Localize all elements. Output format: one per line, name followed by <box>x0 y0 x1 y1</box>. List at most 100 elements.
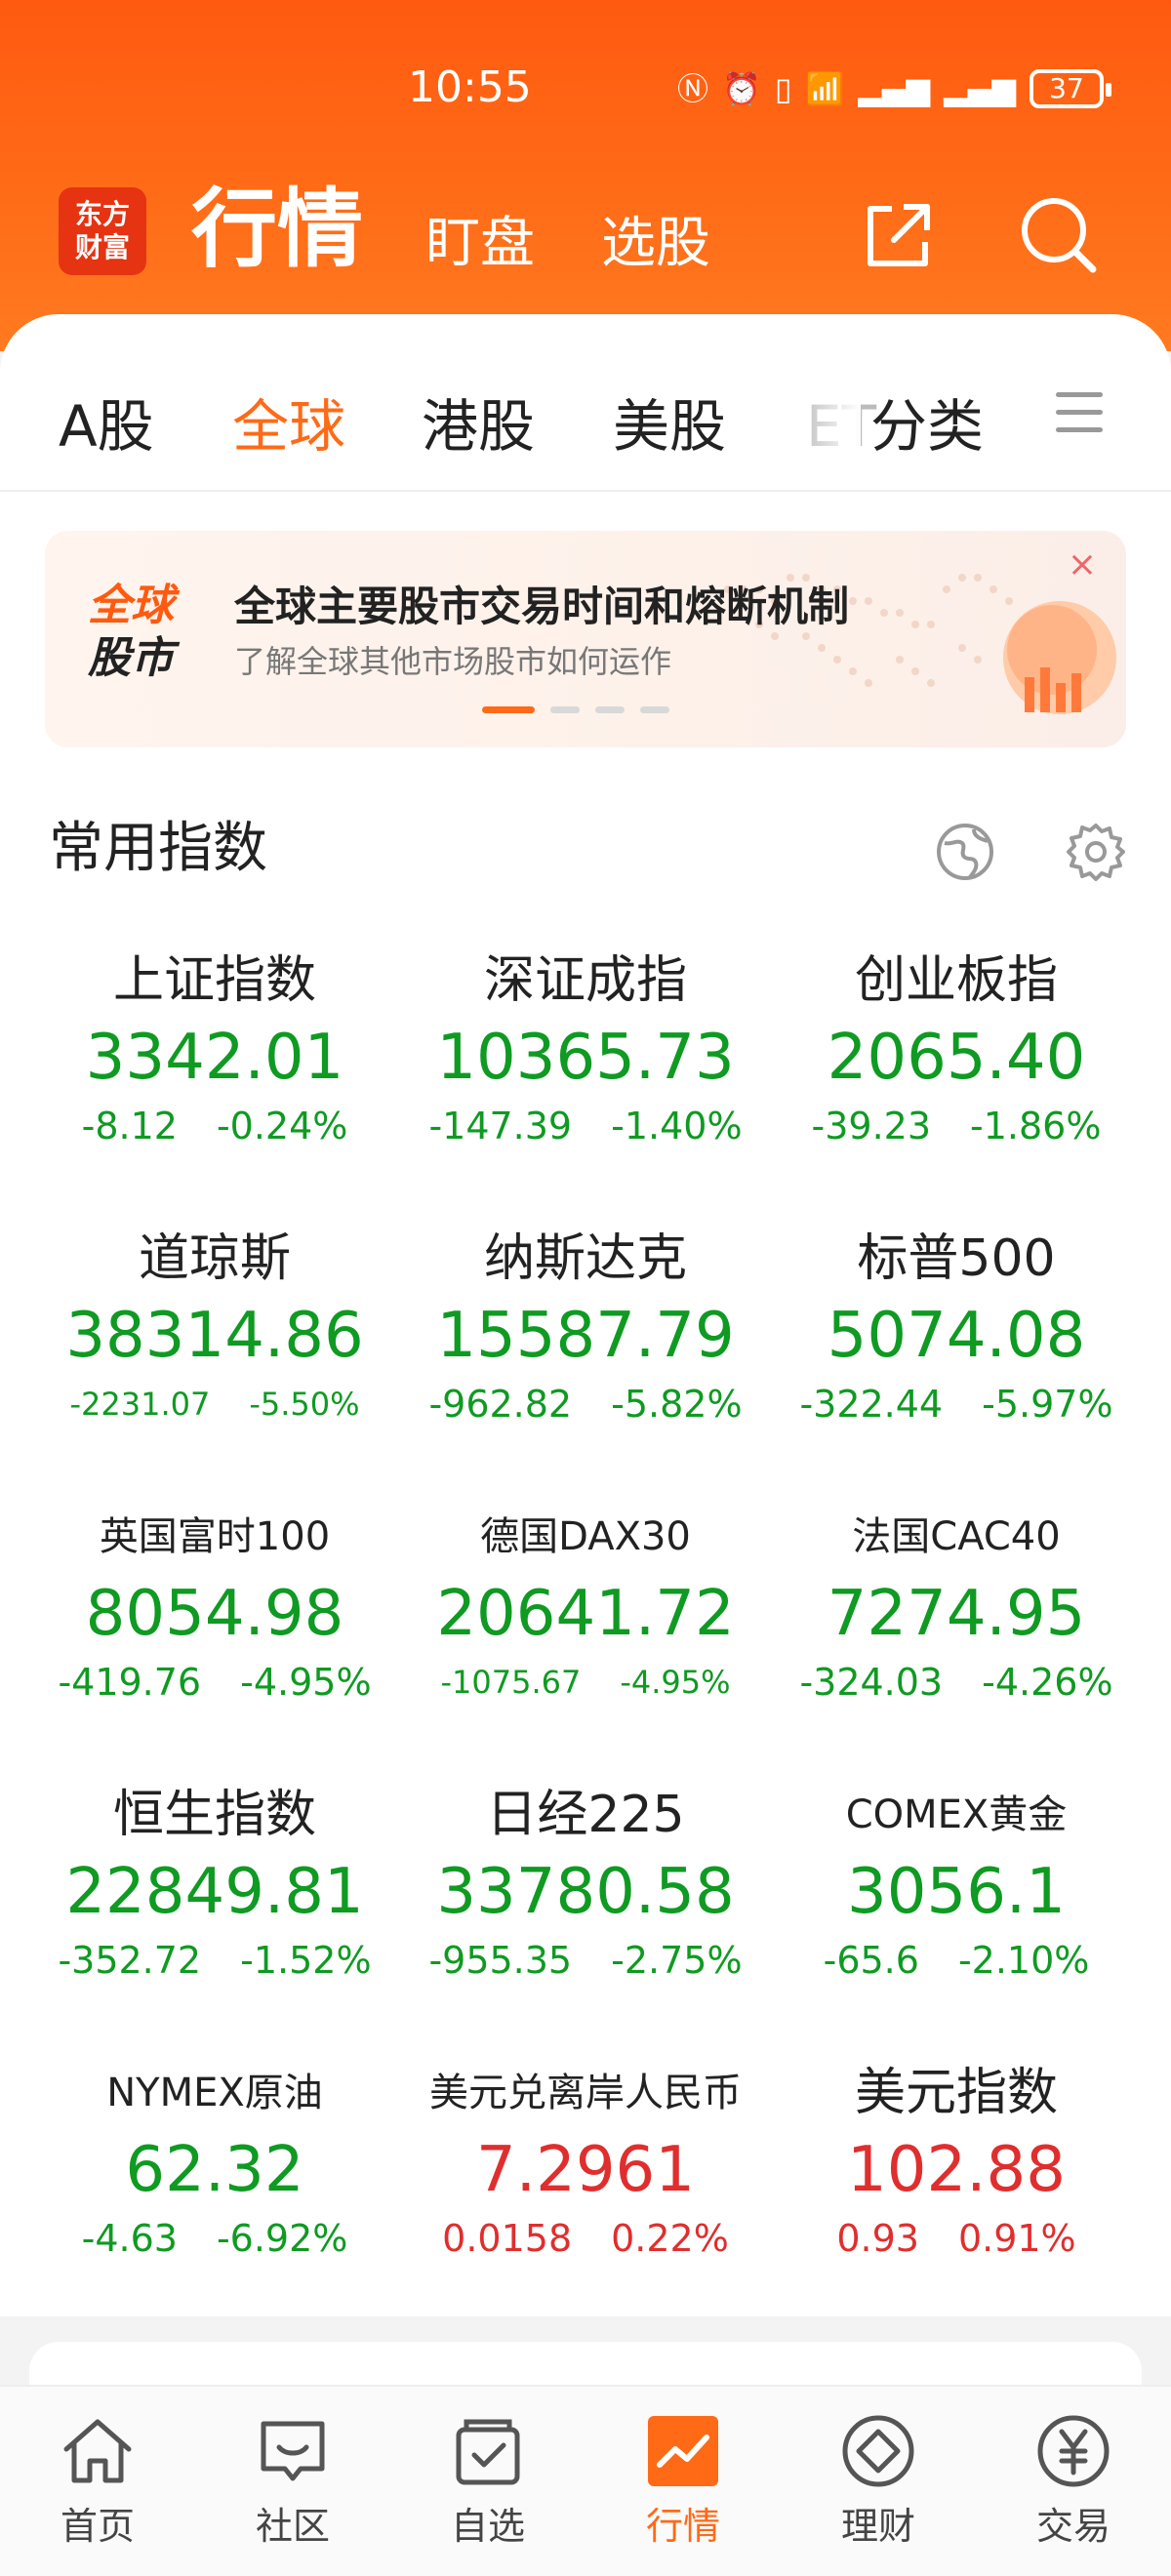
index-value: 2065.40 <box>827 1022 1086 1094</box>
index-change-row: -65.6 -2.10% <box>771 1933 1142 1988</box>
index-change-row: -39.23 -1.86% <box>771 1099 1142 1153</box>
alarm-icon: ⏰ <box>722 70 761 107</box>
index-name: 法国CAC40 <box>852 1514 1061 1559</box>
trade-icon <box>1037 2415 1110 2487</box>
index-card[interactable]: 深证成指 10365.73 -147.39 -1.40% <box>400 948 771 1202</box>
index-name: 德国DAX30 <box>480 1514 691 1559</box>
index-change-percent: -6.92% <box>216 2217 348 2260</box>
index-change: -65.6 <box>823 1939 919 1982</box>
index-name: 深证成指 <box>483 951 687 1010</box>
nav-watchlist[interactable]: 自选 <box>390 2387 586 2576</box>
index-change-row: 0.93 0.91% <box>771 2211 1142 2266</box>
index-card[interactable]: 纳斯达克 15587.79 -962.82 -5.82% <box>400 1227 771 1480</box>
index-change-row: -2231.07 -5.50% <box>29 1377 400 1431</box>
index-card[interactable]: 道琼斯 38314.86 -2231.07 -5.50% <box>29 1227 400 1480</box>
index-name: 创业板指 <box>854 951 1058 1010</box>
index-change-percent: -4.95% <box>620 1664 731 1701</box>
index-name: 日经225 <box>486 1786 685 1844</box>
index-card[interactable]: COMEX黄金 3056.1 -65.6 -2.10% <box>771 1783 1142 2036</box>
index-card[interactable]: 美元兑离岸人民币 7.2961 0.0158 0.22% <box>400 2061 771 2314</box>
tab-a-shares[interactable]: A股 <box>59 373 154 480</box>
index-card[interactable]: 上证指数 3342.01 -8.12 -0.24% <box>29 948 400 1202</box>
index-value: 10365.73 <box>436 1022 735 1094</box>
close-icon[interactable]: × <box>1058 541 1107 589</box>
index-change-percent: -5.50% <box>249 1386 360 1423</box>
tab-global[interactable]: 全球 <box>232 373 345 480</box>
nav-community[interactable]: 社区 <box>195 2387 390 2576</box>
bottom-nav: 首页 社区 自选 行情 理财 交易 <box>0 2385 1171 2576</box>
nfc-icon: Ⓝ <box>677 70 709 107</box>
nav-market[interactable]: 行情 <box>586 2387 781 2576</box>
settings-icon[interactable] <box>1066 822 1126 882</box>
banner-title: 全球主要股市交易时间和熔断机制 <box>234 583 850 630</box>
index-change-percent: 0.22% <box>611 2217 729 2260</box>
index-name: 标普500 <box>857 1229 1056 1288</box>
index-card[interactable]: 英国富时100 8054.98 -419.76 -4.95% <box>29 1505 400 1758</box>
carousel-dots <box>482 706 669 713</box>
index-change-row: -1075.67 -4.95% <box>400 1655 771 1710</box>
tab-hk-shares[interactable]: 港股 <box>422 373 535 480</box>
page-title[interactable]: 行情 <box>191 176 363 283</box>
tabs-fade <box>802 373 861 480</box>
carousel-dot[interactable] <box>595 706 625 713</box>
index-card[interactable]: NYMEX原油 62.32 -4.63 -6.92% <box>29 2061 400 2314</box>
index-change-percent: 0.91% <box>957 2217 1076 2260</box>
nav-stock-picker[interactable]: 选股 <box>601 205 710 283</box>
banner-logo-bottom: 股市 <box>88 633 174 683</box>
carousel-dot[interactable] <box>640 706 669 713</box>
logo-text-bottom: 财富 <box>74 231 130 263</box>
index-change-row: -419.76 -4.95% <box>29 1655 400 1710</box>
index-change-percent: -1.40% <box>611 1105 743 1147</box>
status-time: 10:55 <box>408 62 532 112</box>
index-card[interactable]: 恒生指数 22849.81 -352.72 -1.52% <box>29 1783 400 2036</box>
index-change-percent: -2.75% <box>611 1939 743 1982</box>
nav-label: 交易 <box>1035 2505 1110 2548</box>
carousel-dot[interactable] <box>482 706 535 713</box>
tab-category[interactable]: 分类 <box>870 373 984 480</box>
index-card[interactable]: 法国CAC40 7274.95 -324.03 -4.26% <box>771 1505 1142 1758</box>
globe-icon[interactable] <box>935 822 995 882</box>
index-change: -955.35 <box>428 1939 573 1982</box>
index-name: 美元兑离岸人民币 <box>429 2071 742 2115</box>
index-card[interactable]: 美元指数 102.88 0.93 0.91% <box>771 2061 1142 2314</box>
index-value: 38314.86 <box>65 1300 364 1372</box>
index-value: 22849.81 <box>65 1856 364 1928</box>
index-card[interactable]: 日经225 33780.58 -955.35 -2.75% <box>400 1783 771 2036</box>
index-change-percent: -5.82% <box>611 1383 743 1426</box>
share-icon[interactable] <box>855 191 943 279</box>
search-icon[interactable] <box>1015 191 1103 279</box>
index-change-percent: -1.52% <box>240 1939 372 1982</box>
nav-watch-board[interactable]: 盯盘 <box>425 205 535 283</box>
tab-us-shares[interactable]: 美股 <box>613 373 726 480</box>
index-change-row: -8.12 -0.24% <box>29 1099 400 1153</box>
index-change: -352.72 <box>58 1939 202 1982</box>
nav-label: 自选 <box>450 2505 525 2548</box>
index-value: 3056.1 <box>847 1856 1066 1928</box>
promo-banner[interactable]: 全球 股市 全球主要股市交易时间和熔断机制 了解全球其他市场股市如何运作 × <box>45 531 1126 747</box>
banner-logo: 全球 股市 <box>88 580 174 685</box>
index-name: 恒生指数 <box>112 1786 316 1844</box>
watchlist-icon <box>456 2419 520 2485</box>
app-logo[interactable]: 东方 财富 <box>59 187 146 275</box>
banner-logo-top: 全球 <box>88 581 174 630</box>
nav-home[interactable]: 首页 <box>0 2387 195 2576</box>
vibrate-icon: ▯ <box>774 70 792 107</box>
index-name: 美元指数 <box>854 2064 1058 2122</box>
wealth-icon <box>842 2415 914 2487</box>
nav-label: 社区 <box>255 2505 330 2548</box>
index-change: -324.03 <box>799 1661 944 1704</box>
index-card[interactable]: 标普500 5074.08 -322.44 -5.97% <box>771 1227 1142 1480</box>
index-card[interactable]: 德国DAX30 20641.72 -1075.67 -4.95% <box>400 1505 771 1758</box>
carousel-dot[interactable] <box>550 706 580 713</box>
index-change: -322.44 <box>799 1383 944 1426</box>
status-bar: 10:55 Ⓝ ⏰ ▯ 📶 ▂▄▆ ▂▄▆ 37 <box>0 59 1171 117</box>
app-header: 10:55 Ⓝ ⏰ ▯ 📶 ▂▄▆ ▂▄▆ 37 东方 财富 行情 盯盘 选股 <box>0 0 1171 351</box>
index-value: 7.2961 <box>476 2134 695 2206</box>
nav-wealth[interactable]: 理财 <box>781 2387 976 2576</box>
index-change: -39.23 <box>811 1105 932 1147</box>
index-change-row: -324.03 -4.26% <box>771 1655 1142 1710</box>
menu-icon[interactable] <box>1056 392 1103 437</box>
index-card[interactable]: 创业板指 2065.40 -39.23 -1.86% <box>771 948 1142 1202</box>
nav-trade[interactable]: 交易 <box>976 2387 1171 2576</box>
index-change: -147.39 <box>428 1105 573 1147</box>
